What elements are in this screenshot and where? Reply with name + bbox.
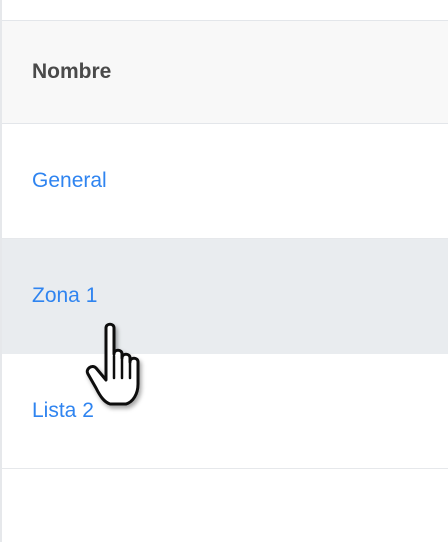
row-link-general[interactable]: General (2, 169, 107, 193)
names-table: Nombre General Zona 1 Lista 2 (2, 0, 448, 542)
hand-pointer-icon (85, 322, 140, 406)
table-top-strip (2, 0, 448, 21)
table-row: Lista 2 (2, 354, 448, 469)
column-header-nombre[interactable]: Nombre (2, 60, 111, 84)
table-row: Zona 1 (2, 239, 448, 354)
row-link-zona-1[interactable]: Zona 1 (2, 284, 97, 308)
table-header-row: Nombre (2, 21, 448, 124)
table-row: General (2, 124, 448, 239)
